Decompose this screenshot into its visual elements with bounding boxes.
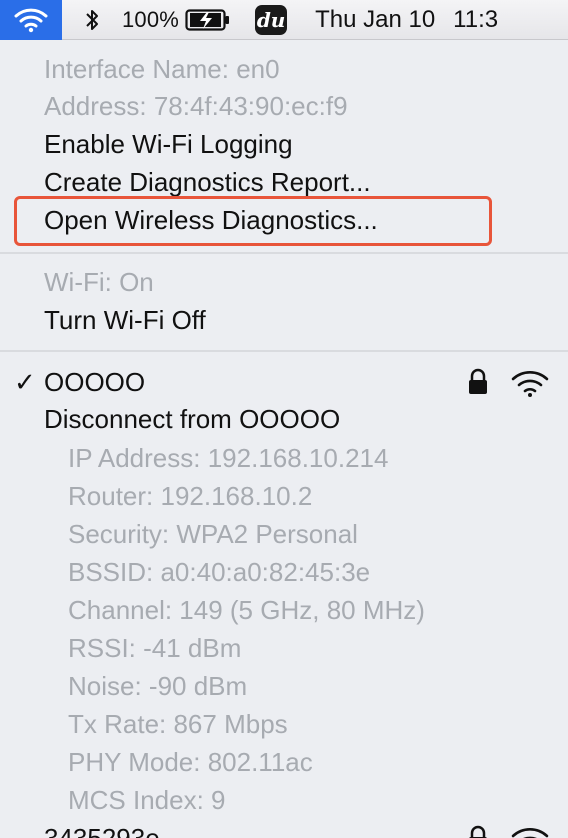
disconnect-item[interactable]: Disconnect from OOOOO [44, 402, 340, 436]
wifi-dropdown-menu: Interface Name: en0 Address: 78:4f:43:90… [0, 40, 568, 838]
detail-tx-rate: Tx Rate: 867 Mbps [68, 709, 288, 739]
detail-noise: Noise: -90 dBm [68, 671, 248, 701]
menubar-date[interactable]: Thu Jan 10 [315, 6, 435, 34]
detail-rssi: RSSI: -41 dBm [68, 633, 242, 663]
network-item[interactable]: 3435293e [44, 821, 160, 838]
bluetooth-icon[interactable] [74, 0, 110, 40]
lock-icon [469, 368, 487, 394]
turn-wifi-off-item[interactable]: Turn Wi-Fi Off [44, 303, 206, 337]
detail-phy-mode: PHY Mode: 802.11ac [68, 747, 313, 777]
create-diagnostics-report-item[interactable]: Create Diagnostics Report... [44, 165, 371, 199]
lock-icon [469, 825, 487, 838]
mac-address-label: Address: 78:4f:43:90:ec:f9 [44, 91, 348, 121]
checkmark-icon: ✓ [14, 367, 36, 397]
detail-bssid: BSSID: a0:40:a0:82:45:3e [68, 557, 371, 587]
menu-bar: 100% du Thu Jan 10 11:3 [0, 0, 568, 40]
wifi-menu-icon[interactable] [0, 0, 62, 40]
detail-security: Security: WPA2 Personal [68, 519, 358, 549]
wifi-signal-icon [511, 828, 549, 838]
wifi-status-label: Wi-Fi: On [44, 267, 154, 297]
enable-wifi-logging-item[interactable]: Enable Wi-Fi Logging [44, 127, 293, 161]
detail-router: Router: 192.168.10.2 [68, 481, 313, 511]
separator [0, 350, 568, 352]
app-du-icon[interactable]: du [255, 4, 288, 35]
interface-name-label: Interface Name: en0 [44, 54, 280, 84]
network-item-connected[interactable]: OOOOO [44, 365, 145, 399]
highlight-annotation [14, 196, 492, 246]
battery-charging-icon[interactable] [185, 8, 231, 32]
battery-percent[interactable]: 100% [122, 7, 179, 33]
detail-channel: Channel: 149 (5 GHz, 80 MHz) [68, 595, 425, 625]
menubar-time[interactable]: 11:3 [453, 6, 498, 34]
detail-ip-address: IP Address: 192.168.10.214 [68, 443, 389, 473]
wifi-signal-icon [511, 371, 549, 397]
detail-mcs-index: MCS Index: 9 [68, 785, 226, 815]
separator [0, 252, 568, 254]
